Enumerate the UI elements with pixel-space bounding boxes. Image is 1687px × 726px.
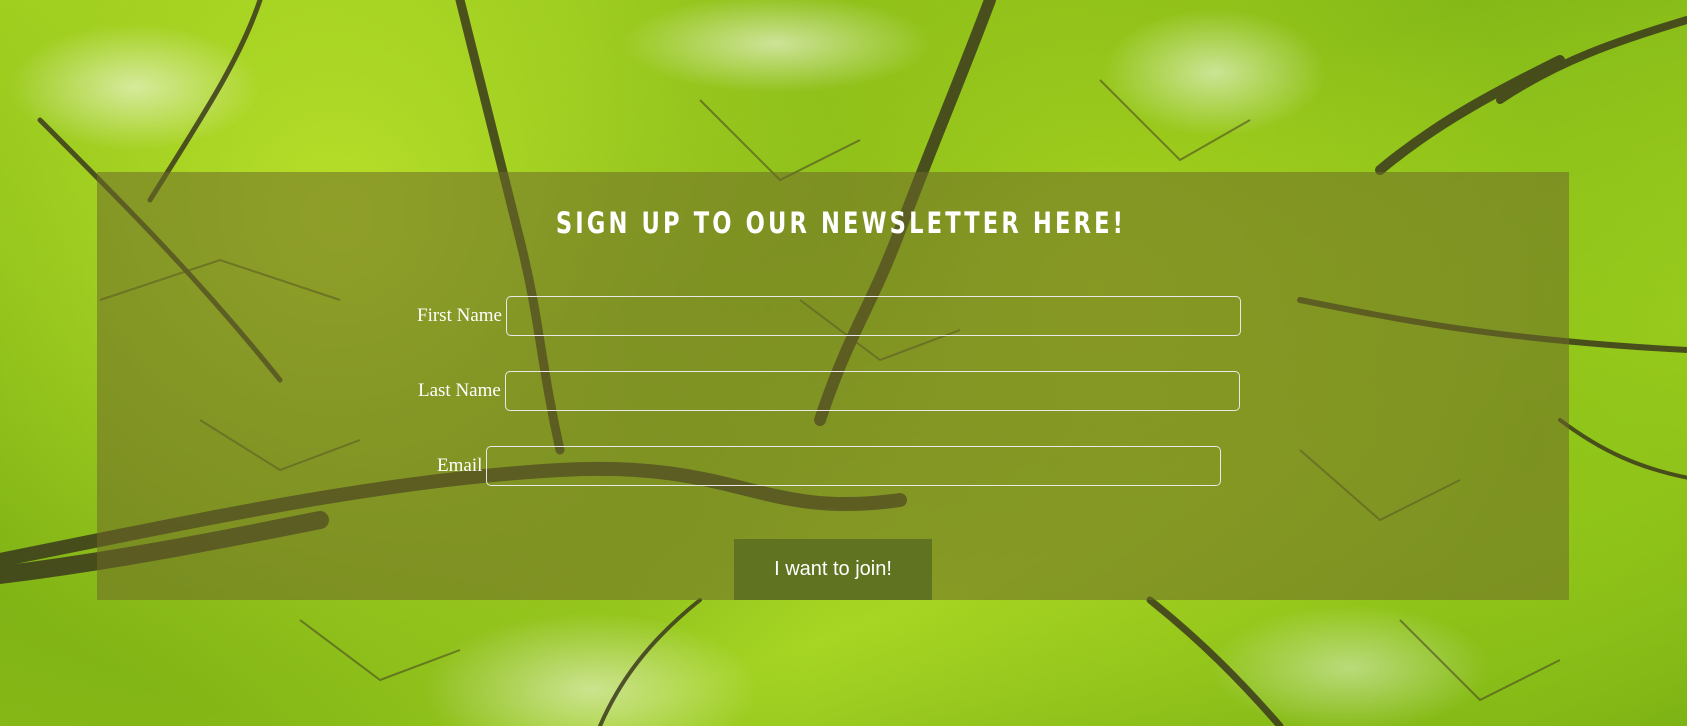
email-label: Email <box>437 455 483 476</box>
first-name-input[interactable] <box>505 296 1241 336</box>
email-row: Email <box>437 446 1222 486</box>
first-name-label: First Name <box>417 305 502 326</box>
newsletter-title: SIGN UP TO OUR NEWSLETTER HERE! <box>555 206 1127 240</box>
last-name-row: Last Name <box>418 371 1240 411</box>
join-button[interactable]: I want to join! <box>734 539 932 600</box>
last-name-input[interactable] <box>504 371 1240 411</box>
email-input[interactable] <box>486 446 1222 486</box>
last-name-label: Last Name <box>418 380 501 401</box>
first-name-row: First Name <box>417 296 1241 336</box>
